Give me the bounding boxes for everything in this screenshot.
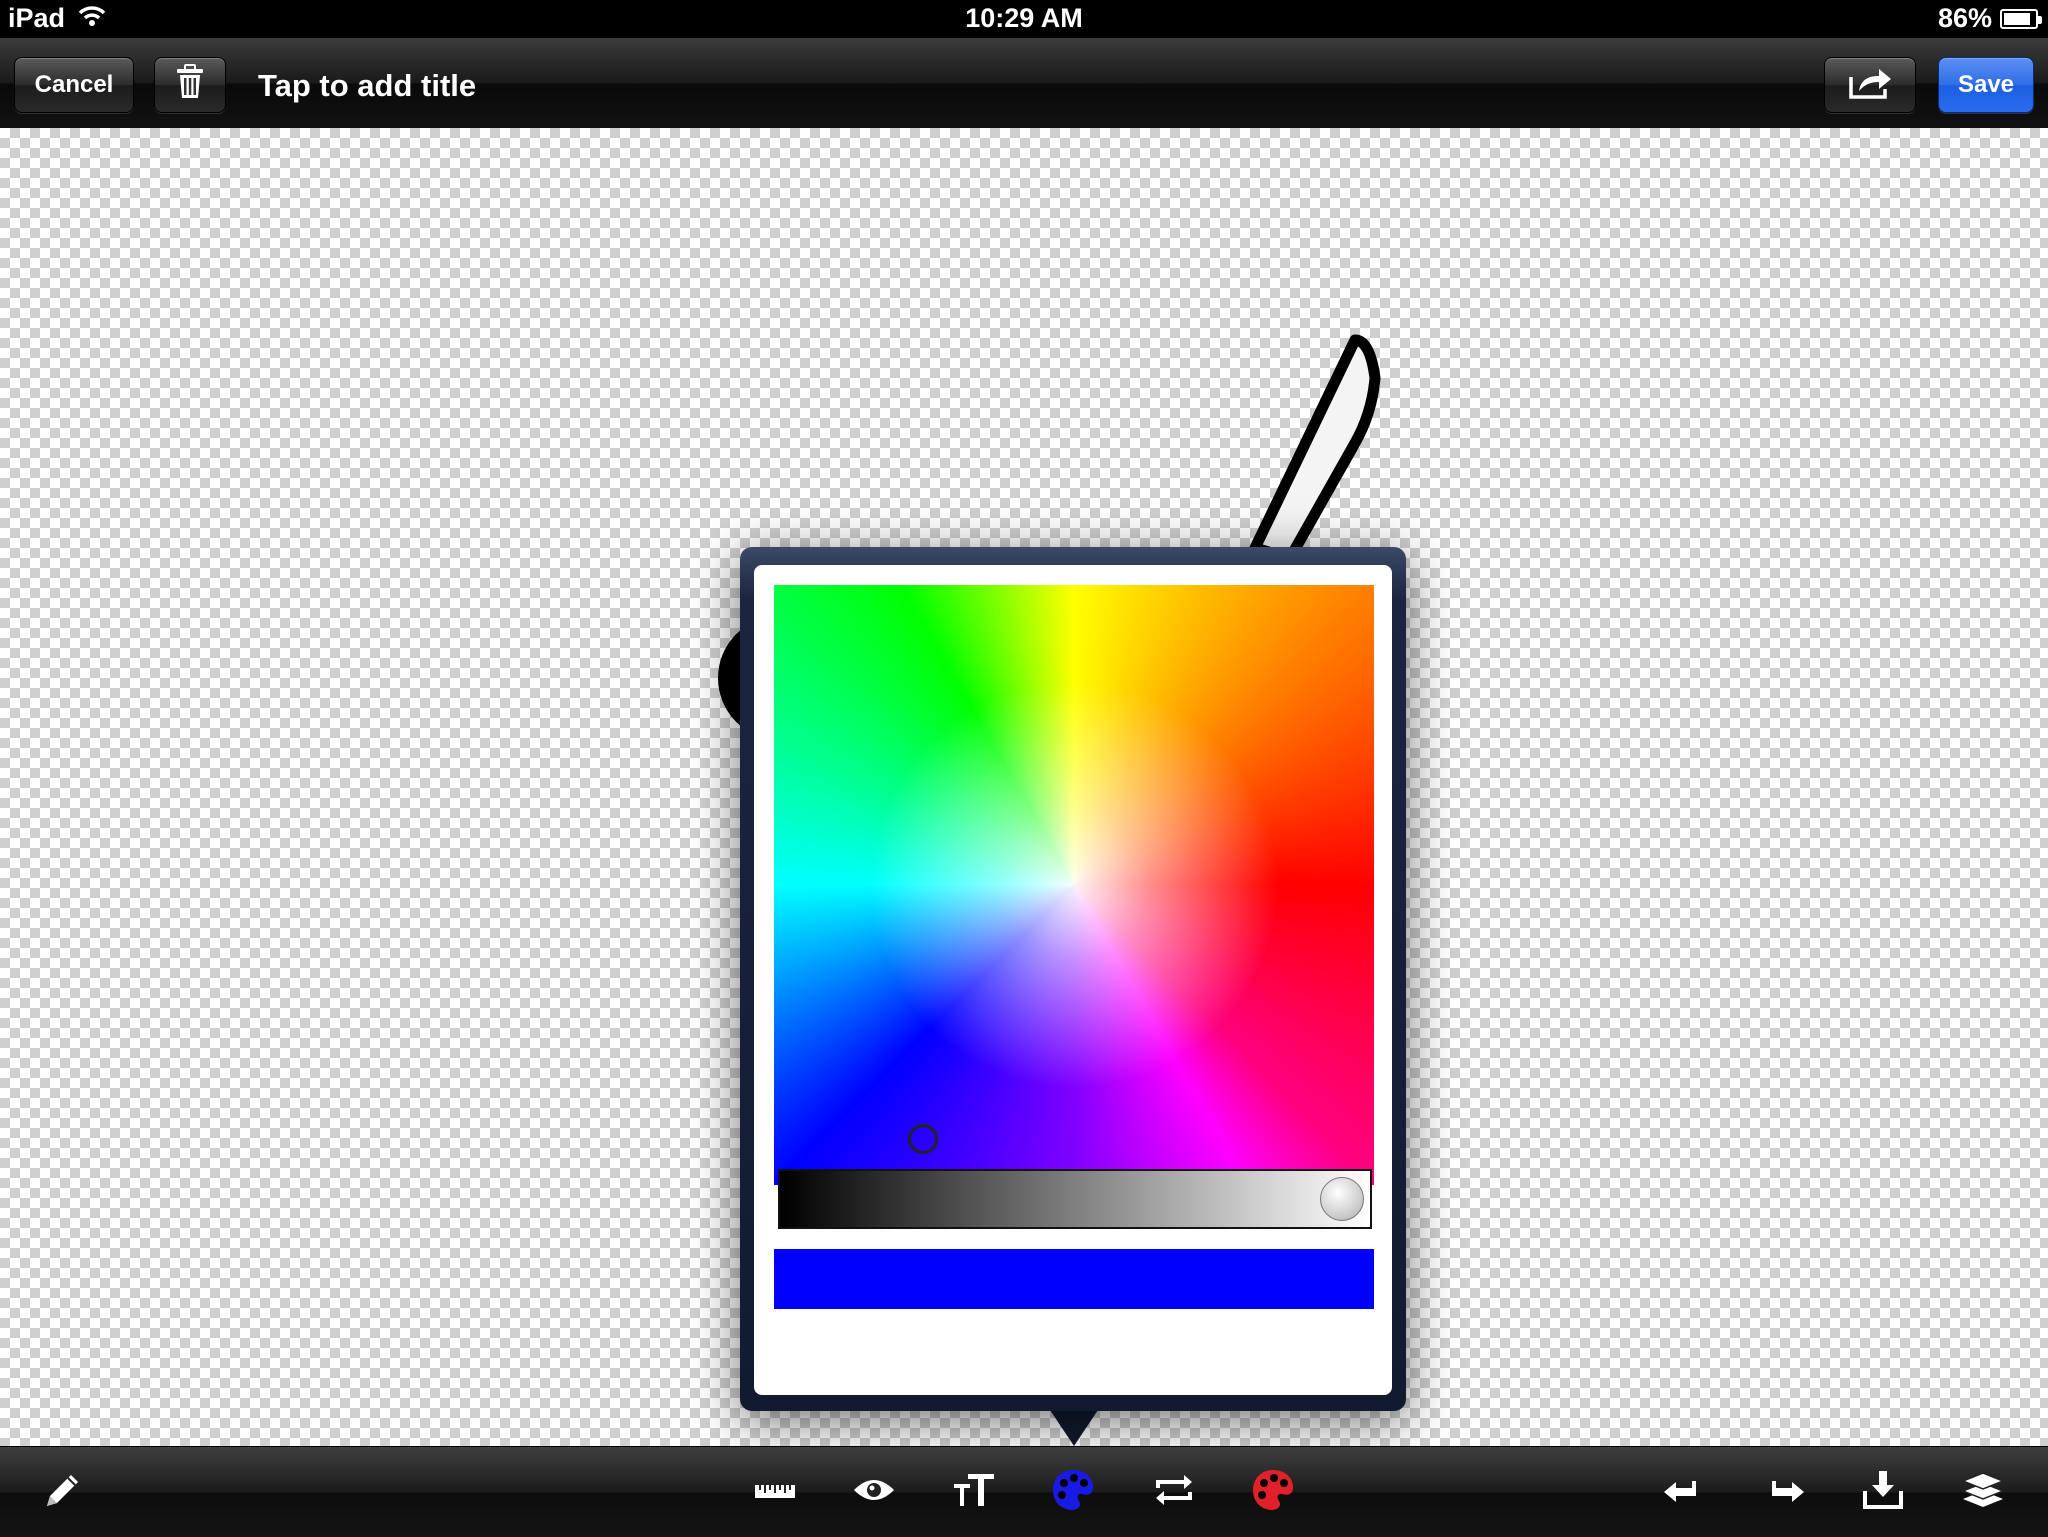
delete-button[interactable] (154, 57, 226, 113)
text-tool-button[interactable] (949, 1467, 999, 1517)
battery-icon (2000, 8, 2042, 29)
color-palette-tool-button[interactable] (1248, 1467, 1298, 1517)
status-bar: iPad 10:29 AM 86% (0, 0, 2048, 38)
layers-button[interactable] (1958, 1467, 2008, 1517)
view-tool-button[interactable] (849, 1467, 899, 1517)
trash-icon (175, 63, 205, 107)
undo-button[interactable] (1659, 1467, 1709, 1517)
color-picker-popover (740, 547, 1406, 1411)
crop-rotate-icon (1152, 1472, 1196, 1513)
palette-red-icon (1250, 1467, 1296, 1518)
pencil-icon (41, 1468, 85, 1517)
selected-color-preview (774, 1249, 1374, 1309)
document-title[interactable]: Tap to add title (258, 68, 476, 104)
eye-icon (852, 1476, 896, 1509)
ruler-tool-button[interactable] (750, 1467, 800, 1517)
redo-button[interactable] (1759, 1467, 1809, 1517)
color-selection-cursor[interactable] (908, 1124, 938, 1154)
brightness-slider[interactable] (778, 1169, 1372, 1229)
share-icon (1847, 65, 1893, 106)
top-toolbar: Cancel Tap to add title Save (0, 38, 2048, 130)
download-button[interactable] (1858, 1467, 1908, 1517)
brightness-slider-knob[interactable] (1319, 1177, 1364, 1221)
drawn-stroke-shape (1249, 334, 1381, 564)
pencil-tool-button[interactable] (38, 1467, 88, 1517)
redo-icon (1762, 1476, 1806, 1509)
save-button[interactable]: Save (1938, 57, 2034, 113)
transform-tool-button[interactable] (1149, 1467, 1199, 1517)
share-button[interactable] (1824, 57, 1916, 113)
color-tool-button[interactable] (1048, 1467, 1098, 1517)
status-time: 10:29 AM (965, 3, 1083, 33)
download-icon (1861, 1469, 1905, 1516)
undo-icon (1662, 1476, 1706, 1509)
text-size-icon (952, 1470, 996, 1515)
ruler-icon (753, 1478, 797, 1507)
cancel-button[interactable]: Cancel (14, 57, 134, 113)
color-picker-panel (754, 565, 1392, 1395)
palette-icon (1050, 1467, 1096, 1518)
layers-icon (1960, 1469, 2006, 1516)
bottom-toolbar (0, 1446, 2048, 1537)
battery-percentage: 86% (1937, 3, 1992, 33)
color-spectrum-field[interactable] (774, 585, 1374, 1185)
popover-arrow (1050, 1410, 1098, 1446)
